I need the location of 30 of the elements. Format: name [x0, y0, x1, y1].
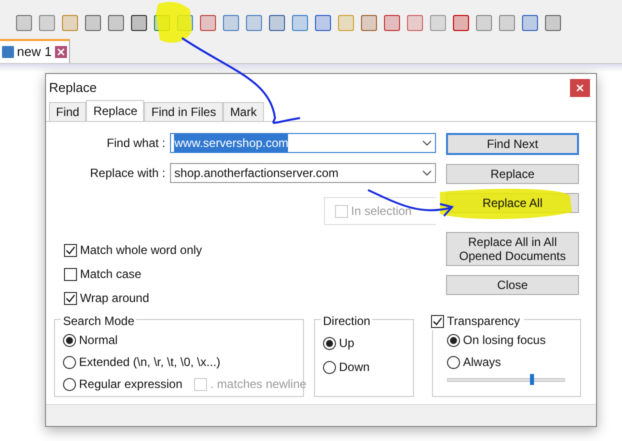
checkbox-label: . matches newline	[210, 376, 306, 393]
dialog-tab[interactable]: Replace	[86, 100, 144, 121]
window-title: Replace	[49, 78, 97, 97]
field-value: www.servershop.com	[174, 134, 288, 152]
field-label: Find what :	[106, 135, 166, 152]
field-label: Replace with :	[89, 165, 166, 182]
radio-label: Extended (\n, \r, \t, \0, \x...)	[79, 354, 220, 371]
radio-label: Up	[339, 335, 354, 352]
radio-label: Always	[463, 354, 502, 371]
checkbox-label: In selection	[351, 203, 412, 220]
dialog-button[interactable]: Replace All in All Opened Documents	[446, 232, 579, 266]
dialog-button[interactable]: Close	[446, 275, 579, 295]
dialog-tab[interactable]: Find	[49, 102, 86, 121]
dialog-tab[interactable]: Find in Files	[144, 102, 224, 121]
radio-label: On losing focus	[463, 332, 546, 349]
dialog-button[interactable]: Find Next	[446, 133, 579, 155]
tab-label: new 1	[17, 43, 52, 62]
dialog-button[interactable]: Replace	[446, 164, 579, 184]
checkbox-label: Match case	[80, 266, 142, 283]
combo-field[interactable]: www.servershop.com	[170, 133, 436, 153]
radio-label: Normal	[79, 332, 118, 349]
radio-label: Down	[339, 359, 370, 376]
radio-label: Regular expression	[79, 376, 182, 393]
dialog-tab[interactable]: Mark	[223, 102, 264, 121]
field-value: shop.anotherfactionserver.com	[174, 165, 338, 182]
checkbox-label: Match whole word only	[80, 242, 202, 259]
file-tab[interactable]: new 1	[0, 39, 70, 63]
checkbox-label: Transparency	[447, 313, 520, 330]
checkbox-label: Wrap around	[80, 290, 150, 307]
combo-field[interactable]: shop.anotherfactionserver.com	[170, 163, 436, 183]
